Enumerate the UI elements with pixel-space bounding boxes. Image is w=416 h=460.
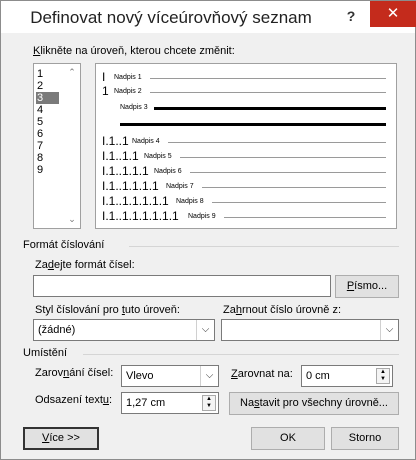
- aligned-at-spinner[interactable]: 0 cm ▲ ▼: [301, 365, 393, 387]
- scroll-up-icon[interactable]: ⌃: [67, 67, 77, 77]
- level-item-4[interactable]: 4: [36, 104, 59, 116]
- number-alignment-select[interactable]: Vlevo ⌵: [121, 365, 219, 387]
- level-item-2[interactable]: 2: [36, 80, 59, 92]
- spinner-arrows-icon[interactable]: ▲ ▼: [202, 395, 216, 411]
- ok-button[interactable]: OK: [251, 427, 325, 450]
- scroll-down-icon[interactable]: ⌄: [67, 214, 77, 224]
- preview-row-2: 1 Nadpis 2: [102, 84, 394, 98]
- preview-row-3: Nadpis 3: [102, 102, 394, 114]
- include-level-select[interactable]: ⌵: [221, 319, 399, 341]
- number-alignment-label: Zarovnání čísel:: [35, 367, 114, 379]
- more-button[interactable]: Více >>: [23, 427, 99, 450]
- number-alignment-value: Vlevo: [126, 370, 154, 382]
- text-indent-label: Odsazení textu:: [35, 394, 113, 406]
- section-divider: [129, 246, 399, 247]
- preview-row-7: I.1..1.1.1 Nadpis 6: [102, 164, 394, 178]
- preview-row-8: I.1..1.1.1.1 Nadpis 7: [102, 179, 394, 193]
- level-item-9[interactable]: 9: [36, 164, 59, 176]
- dialog-title: Definovat nový víceúrovňový seznam: [30, 8, 312, 27]
- list-preview: I Nadpis 1 1 Nadpis 2 Nadpis 3 I.1..1 Na…: [95, 63, 397, 229]
- chevron-down-icon[interactable]: ⌵: [380, 320, 398, 340]
- level-item-3[interactable]: 3: [36, 92, 59, 104]
- number-format-section-label: Formát číslování: [23, 239, 105, 251]
- preview-row-1: I Nadpis 1: [102, 70, 394, 84]
- section-divider: [83, 354, 399, 355]
- spinner-arrows-icon[interactable]: ▲ ▼: [376, 368, 390, 384]
- preview-row-5: I.1..1 Nadpis 4: [102, 134, 394, 148]
- number-format-field[interactable]: [33, 275, 331, 297]
- level-list-label: Klikněte na úroveň, kterou chcete změnit…: [33, 45, 235, 57]
- preview-row-9: I.1..1.1.1.1.1 Nadpis 8: [102, 194, 394, 208]
- level-list-scrollbar[interactable]: ⌃ ⌄: [64, 64, 80, 228]
- numbering-style-select[interactable]: (žádné) ⌵: [33, 319, 215, 341]
- preview-row-6: I.1..1.1 Nadpis 5: [102, 149, 394, 163]
- aligned-at-label: Zarovnat na:: [231, 368, 293, 380]
- level-item-7[interactable]: 7: [36, 140, 59, 152]
- multilevel-list-dialog: Definovat nový víceúrovňový seznam ? ✕ K…: [0, 0, 416, 460]
- title-bar: Definovat nový víceúrovňový seznam ? ✕: [1, 1, 416, 33]
- chevron-down-icon[interactable]: ⌵: [196, 320, 214, 340]
- numbering-style-label: Styl číslování pro tuto úroveň:: [35, 304, 180, 316]
- set-for-all-levels-button[interactable]: Nastavit pro všechny úrovně...: [229, 392, 399, 415]
- close-button[interactable]: ✕: [370, 1, 416, 27]
- help-button[interactable]: ?: [337, 5, 365, 27]
- position-section-label: Umístění: [23, 347, 68, 359]
- level-list[interactable]: 1 2 3 4 5 6 7 8 9 ⌃ ⌄: [33, 63, 81, 229]
- chevron-down-icon[interactable]: ⌵: [200, 366, 218, 386]
- level-item-5[interactable]: 5: [36, 116, 59, 128]
- text-indent-value: 1,27 cm: [126, 397, 166, 409]
- level-item-8[interactable]: 8: [36, 152, 59, 164]
- text-indent-spinner[interactable]: 1,27 cm ▲ ▼: [121, 392, 219, 414]
- level-item-6[interactable]: 6: [36, 128, 59, 140]
- format-label: Zadejte formát čísel:: [35, 259, 135, 271]
- aligned-at-value: 0 cm: [306, 370, 330, 382]
- level-item-1[interactable]: 1: [36, 68, 59, 80]
- preview-row-4: [102, 118, 394, 130]
- preview-row-10: I.1..1.1.1.1.1.1 Nadpis 9: [102, 209, 394, 223]
- close-icon: ✕: [386, 5, 400, 22]
- include-level-label: Zahrnout číslo úrovně z:: [223, 304, 342, 316]
- numbering-style-value: (žádné): [38, 324, 76, 336]
- font-button[interactable]: Písmo...: [335, 275, 399, 298]
- cancel-button[interactable]: Storno: [331, 427, 399, 450]
